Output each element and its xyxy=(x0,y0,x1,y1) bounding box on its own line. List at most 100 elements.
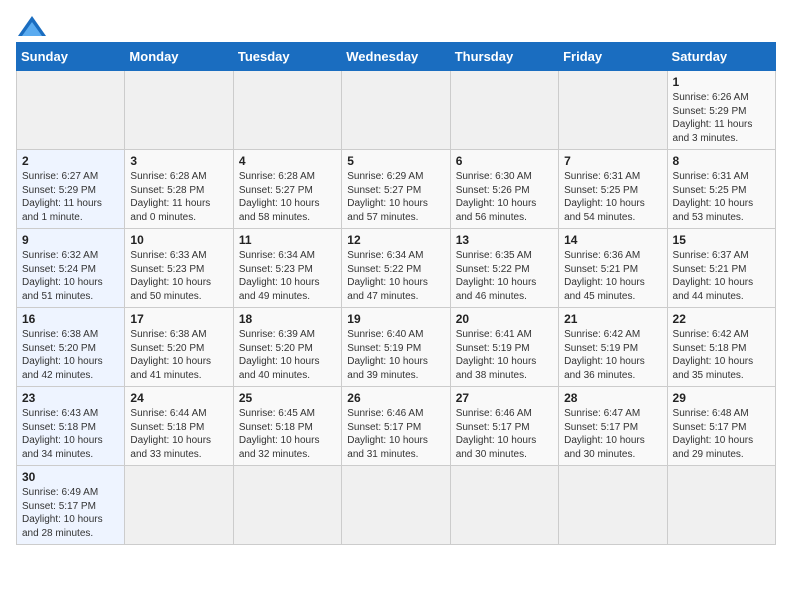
calendar-cell xyxy=(559,466,667,545)
calendar-cell xyxy=(667,466,775,545)
day-number: 18 xyxy=(239,312,336,326)
day-number: 10 xyxy=(130,233,227,247)
day-info: Sunrise: 6:37 AM Sunset: 5:21 PM Dayligh… xyxy=(673,249,770,303)
day-number: 26 xyxy=(347,391,444,405)
calendar-week-5: 23 Sunrise: 6:43 AM Sunset: 5:18 PM Dayli… xyxy=(17,387,776,466)
calendar-cell: 28Sunrise: 6:47 AM Sunset: 5:17 PM Dayli… xyxy=(559,387,667,466)
day-number: 8 xyxy=(673,154,770,168)
calendar-header-row: SundayMondayTuesdayWednesdayThursdayFrid… xyxy=(17,43,776,71)
day-info: Sunrise: 6:46 AM Sunset: 5:17 PM Dayligh… xyxy=(347,407,444,461)
calendar-cell: 26 Sunrise: 6:46 AM Sunset: 5:17 PM Dayli… xyxy=(342,387,450,466)
day-header-friday: Friday xyxy=(559,43,667,71)
day-number: 9 xyxy=(22,233,119,247)
calendar-cell: 12 Sunrise: 6:34 AM Sunset: 5:22 PM Dayli… xyxy=(342,229,450,308)
calendar-cell: 18 Sunrise: 6:39 AM Sunset: 5:20 PM Dayli… xyxy=(233,308,341,387)
day-number: 15 xyxy=(673,233,770,247)
calendar-cell: 4 Sunrise: 6:28 AM Sunset: 5:27 PM Daylig… xyxy=(233,150,341,229)
day-info: Sunrise: 6:32 AM Sunset: 5:24 PM Dayligh… xyxy=(22,249,119,303)
logo xyxy=(16,16,46,30)
calendar-cell xyxy=(125,71,233,150)
day-info: Sunrise: 6:43 AM Sunset: 5:18 PM Dayligh… xyxy=(22,407,119,461)
calendar-cell xyxy=(450,71,558,150)
calendar-cell: 1 Sunrise: 6:26 AM Sunset: 5:29 PM Daylig… xyxy=(667,71,775,150)
day-number: 14 xyxy=(564,233,661,247)
calendar-cell xyxy=(342,466,450,545)
day-info: Sunrise: 6:27 AM Sunset: 5:29 PM Dayligh… xyxy=(22,170,119,224)
day-info: Sunrise: 6:31 AM Sunset: 5:25 PM Dayligh… xyxy=(673,170,770,224)
day-number: 2 xyxy=(22,154,119,168)
calendar-cell xyxy=(450,466,558,545)
calendar-table: SundayMondayTuesdayWednesdayThursdayFrid… xyxy=(16,42,776,545)
day-header-thursday: Thursday xyxy=(450,43,558,71)
day-info: Sunrise: 6:33 AM Sunset: 5:23 PM Dayligh… xyxy=(130,249,227,303)
day-info: Sunrise: 6:29 AM Sunset: 5:27 PM Dayligh… xyxy=(347,170,444,224)
day-info: Sunrise: 6:28 AM Sunset: 5:28 PM Dayligh… xyxy=(130,170,227,224)
calendar-cell: 24 Sunrise: 6:44 AM Sunset: 5:18 PM Dayli… xyxy=(125,387,233,466)
calendar-cell: 5 Sunrise: 6:29 AM Sunset: 5:27 PM Daylig… xyxy=(342,150,450,229)
calendar-cell: 7 Sunrise: 6:31 AM Sunset: 5:25 PM Daylig… xyxy=(559,150,667,229)
day-number: 13 xyxy=(456,233,553,247)
calendar-cell: 22Sunrise: 6:42 AM Sunset: 5:18 PM Dayli… xyxy=(667,308,775,387)
calendar-week-3: 9 Sunrise: 6:32 AM Sunset: 5:24 PM Daylig… xyxy=(17,229,776,308)
day-info: Sunrise: 6:39 AM Sunset: 5:20 PM Dayligh… xyxy=(239,328,336,382)
page-header xyxy=(16,16,776,30)
day-info: Sunrise: 6:48 AM Sunset: 5:17 PM Dayligh… xyxy=(673,407,770,461)
calendar-cell: 11 Sunrise: 6:34 AM Sunset: 5:23 PM Dayli… xyxy=(233,229,341,308)
day-info: Sunrise: 6:46 AM Sunset: 5:17 PM Dayligh… xyxy=(456,407,553,461)
calendar-cell: 17Sunrise: 6:38 AM Sunset: 5:20 PM Dayli… xyxy=(125,308,233,387)
day-number: 30 xyxy=(22,470,119,484)
calendar-week-1: 1 Sunrise: 6:26 AM Sunset: 5:29 PM Daylig… xyxy=(17,71,776,150)
calendar-cell: 29Sunrise: 6:48 AM Sunset: 5:17 PM Dayli… xyxy=(667,387,775,466)
calendar-cell xyxy=(233,466,341,545)
calendar-week-6: 30Sunrise: 6:49 AM Sunset: 5:17 PM Dayli… xyxy=(17,466,776,545)
calendar-cell: 6Sunrise: 6:30 AM Sunset: 5:26 PM Daylig… xyxy=(450,150,558,229)
day-number: 24 xyxy=(130,391,227,405)
day-number: 11 xyxy=(239,233,336,247)
day-number: 7 xyxy=(564,154,661,168)
calendar-cell: 16Sunrise: 6:38 AM Sunset: 5:20 PM Dayli… xyxy=(17,308,125,387)
calendar-cell: 30Sunrise: 6:49 AM Sunset: 5:17 PM Dayli… xyxy=(17,466,125,545)
calendar-week-2: 2 Sunrise: 6:27 AM Sunset: 5:29 PM Daylig… xyxy=(17,150,776,229)
calendar-cell xyxy=(559,71,667,150)
day-info: Sunrise: 6:40 AM Sunset: 5:19 PM Dayligh… xyxy=(347,328,444,382)
day-number: 12 xyxy=(347,233,444,247)
calendar-cell: 3Sunrise: 6:28 AM Sunset: 5:28 PM Daylig… xyxy=(125,150,233,229)
day-info: Sunrise: 6:45 AM Sunset: 5:18 PM Dayligh… xyxy=(239,407,336,461)
day-number: 4 xyxy=(239,154,336,168)
day-number: 17 xyxy=(130,312,227,326)
day-info: Sunrise: 6:47 AM Sunset: 5:17 PM Dayligh… xyxy=(564,407,661,461)
calendar-cell: 21 Sunrise: 6:42 AM Sunset: 5:19 PM Dayli… xyxy=(559,308,667,387)
day-number: 21 xyxy=(564,312,661,326)
day-info: Sunrise: 6:26 AM Sunset: 5:29 PM Dayligh… xyxy=(673,91,770,145)
calendar-cell: 9 Sunrise: 6:32 AM Sunset: 5:24 PM Daylig… xyxy=(17,229,125,308)
day-number: 1 xyxy=(673,75,770,89)
day-header-wednesday: Wednesday xyxy=(342,43,450,71)
day-info: Sunrise: 6:41 AM Sunset: 5:19 PM Dayligh… xyxy=(456,328,553,382)
day-info: Sunrise: 6:34 AM Sunset: 5:23 PM Dayligh… xyxy=(239,249,336,303)
calendar-cell xyxy=(342,71,450,150)
day-info: Sunrise: 6:34 AM Sunset: 5:22 PM Dayligh… xyxy=(347,249,444,303)
day-header-saturday: Saturday xyxy=(667,43,775,71)
day-info: Sunrise: 6:31 AM Sunset: 5:25 PM Dayligh… xyxy=(564,170,661,224)
calendar-cell xyxy=(125,466,233,545)
day-number: 20 xyxy=(456,312,553,326)
calendar-cell: 19 Sunrise: 6:40 AM Sunset: 5:19 PM Dayli… xyxy=(342,308,450,387)
day-header-monday: Monday xyxy=(125,43,233,71)
day-info: Sunrise: 6:42 AM Sunset: 5:18 PM Dayligh… xyxy=(673,328,770,382)
day-info: Sunrise: 6:44 AM Sunset: 5:18 PM Dayligh… xyxy=(130,407,227,461)
day-info: Sunrise: 6:42 AM Sunset: 5:19 PM Dayligh… xyxy=(564,328,661,382)
calendar-cell: 20 Sunrise: 6:41 AM Sunset: 5:19 PM Dayli… xyxy=(450,308,558,387)
calendar-cell: 2 Sunrise: 6:27 AM Sunset: 5:29 PM Daylig… xyxy=(17,150,125,229)
calendar-cell: 8 Sunrise: 6:31 AM Sunset: 5:25 PM Daylig… xyxy=(667,150,775,229)
day-number: 16 xyxy=(22,312,119,326)
day-header-sunday: Sunday xyxy=(17,43,125,71)
calendar-cell: 15 Sunrise: 6:37 AM Sunset: 5:21 PM Dayli… xyxy=(667,229,775,308)
day-number: 23 xyxy=(22,391,119,405)
day-info: Sunrise: 6:36 AM Sunset: 5:21 PM Dayligh… xyxy=(564,249,661,303)
day-info: Sunrise: 6:28 AM Sunset: 5:27 PM Dayligh… xyxy=(239,170,336,224)
calendar-cell xyxy=(233,71,341,150)
calendar-cell: 14 Sunrise: 6:36 AM Sunset: 5:21 PM Dayli… xyxy=(559,229,667,308)
day-number: 5 xyxy=(347,154,444,168)
day-number: 19 xyxy=(347,312,444,326)
day-number: 27 xyxy=(456,391,553,405)
